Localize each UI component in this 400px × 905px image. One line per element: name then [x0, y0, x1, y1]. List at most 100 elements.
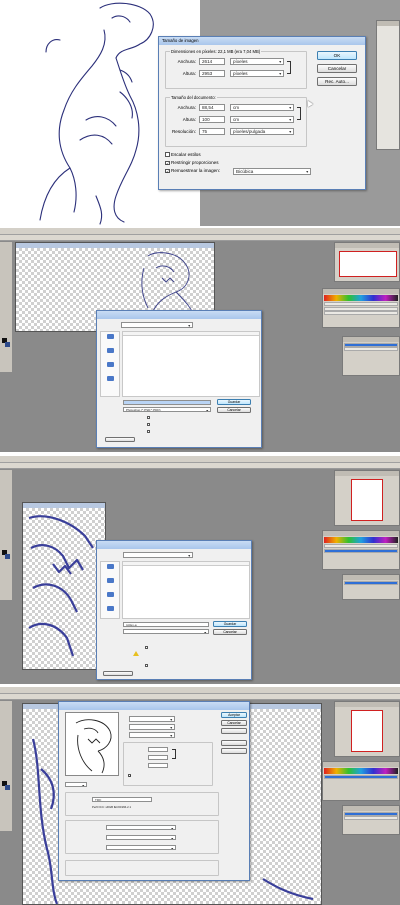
doc-width-input[interactable]: 88,54 — [199, 104, 225, 111]
cancel-button[interactable]: Cancelar — [317, 64, 357, 73]
resolution-input[interactable]: 75 — [199, 128, 225, 135]
doc-width-unit-value: cm — [233, 105, 240, 110]
width-input[interactable]: 2614 — [199, 58, 225, 65]
format-select[interactable]: ▼ — [129, 716, 175, 722]
doc-width-unit-select[interactable]: cm ▼ — [230, 104, 294, 111]
file-row[interactable] — [123, 586, 249, 590]
layer-row[interactable] — [344, 580, 398, 585]
place-desktop[interactable] — [101, 346, 119, 360]
hide-folders-button[interactable] — [103, 671, 133, 676]
color-panel — [322, 530, 400, 570]
ok-button[interactable]: Aceptar — [221, 712, 247, 718]
save-as-dialog: ▼ ti-Rex-a ▼ Guardar Cancelar — [96, 540, 252, 680]
layers-panel-tabs[interactable] — [343, 575, 399, 580]
load-button[interactable] — [221, 740, 247, 746]
layer-row[interactable] — [344, 342, 398, 347]
color-spectrum[interactable] — [324, 537, 398, 543]
save-button[interactable]: Guardar — [213, 621, 247, 627]
option-select[interactable]: ▼ — [106, 825, 176, 830]
place-recent[interactable] — [101, 332, 119, 346]
option-select[interactable]: ▼ — [106, 835, 176, 840]
place-desktop[interactable] — [101, 576, 119, 590]
layers-checkbox[interactable] — [147, 422, 152, 426]
place-computer[interactable] — [101, 374, 119, 388]
percent-input[interactable] — [148, 763, 168, 768]
color-spectrum[interactable] — [324, 295, 398, 301]
file-name-input[interactable] — [123, 400, 211, 405]
quality-select[interactable]: ▼ — [129, 724, 175, 730]
history-row[interactable] — [324, 302, 398, 306]
option-select[interactable]: ▼ — [106, 845, 176, 850]
cancel-button[interactable]: Cancelar — [213, 629, 247, 635]
side-panel-tabs[interactable] — [377, 21, 399, 26]
save-for-web-title — [59, 702, 249, 710]
height-input[interactable] — [148, 755, 168, 760]
navigator-tabs[interactable] — [335, 243, 399, 248]
cancel-button[interactable]: Cancelar — [217, 407, 251, 413]
height-unit-select[interactable]: píxeles ▼ — [230, 70, 284, 77]
history-row[interactable] — [324, 311, 398, 315]
save-button[interactable]: Guardar — [217, 399, 251, 405]
file-name-input[interactable]: ti-Rex-a — [123, 622, 209, 627]
color-panel-tabs[interactable] — [323, 531, 399, 536]
color-profile-checkbox[interactable] — [147, 429, 152, 433]
layer-row[interactable] — [344, 347, 398, 351]
save-settings-button[interactable] — [221, 748, 247, 754]
place-computer[interactable] — [101, 604, 119, 618]
color-profile-checkbox[interactable] — [145, 661, 150, 668]
history-row[interactable] — [324, 544, 398, 548]
save-in-select[interactable]: ▼ — [123, 552, 193, 558]
color-spectrum[interactable] — [324, 768, 398, 774]
preset-select[interactable]: ▼ — [129, 732, 175, 738]
navigator-panel — [334, 470, 400, 526]
link-chain-icon — [287, 61, 291, 74]
auto-button[interactable]: Rec. Auto... — [317, 77, 357, 86]
file-type-select[interactable]: ▼ — [123, 629, 209, 634]
resample-checkbox[interactable]: ✓ Remuestrear la imagen: — [165, 167, 220, 174]
file-row[interactable] — [123, 340, 259, 344]
dialog-title: Tamaño de imagen — [159, 37, 365, 45]
resample-method-value: Bicúbica — [236, 169, 254, 174]
place-libraries[interactable] — [101, 360, 119, 374]
layers-panel-tabs[interactable] — [343, 806, 399, 811]
navigator-preview[interactable] — [351, 479, 383, 521]
doc-height-unit-select[interactable]: cm ▼ — [230, 116, 294, 123]
navigator-tabs[interactable] — [335, 471, 399, 476]
place-recent[interactable] — [101, 562, 119, 576]
save-in-select[interactable]: ▼ — [121, 322, 193, 328]
navigator-preview[interactable] — [351, 710, 383, 752]
file-type-select[interactable]: Photoshop (*.PSD;*.PDD) ▼ — [123, 407, 211, 412]
color-panel-tabs[interactable] — [323, 289, 399, 294]
layer-row[interactable] — [344, 811, 398, 816]
navigator-tabs[interactable] — [335, 702, 399, 707]
ok-button[interactable]: OK — [317, 51, 357, 60]
preview-button[interactable] — [221, 728, 247, 734]
history-row[interactable] — [324, 775, 398, 779]
chevron-down-icon: ▼ — [288, 118, 292, 122]
layers-panel-tabs[interactable] — [343, 337, 399, 342]
history-row[interactable] — [324, 548, 398, 553]
layer-row[interactable] — [344, 816, 398, 820]
zoom-select[interactable]: ▼ — [65, 782, 87, 787]
hide-folders-button[interactable] — [105, 437, 135, 442]
format-value[interactable]: TIFF — [92, 797, 152, 802]
resolution-unit-select[interactable]: píxeles/pulgada ▼ — [230, 128, 294, 135]
height-input[interactable]: 2953 — [199, 70, 225, 77]
place-libraries[interactable] — [101, 590, 119, 604]
width-unit-select[interactable]: píxeles ▼ — [230, 58, 284, 65]
doc-height-input[interactable]: 100 — [199, 116, 225, 123]
navigator-preview[interactable] — [339, 251, 397, 277]
constrain-proportions-checkbox[interactable]: ✓ Restringir proporciones — [165, 159, 219, 166]
resample-method-select[interactable]: Bicúbica ▼ — [233, 168, 311, 175]
width-input[interactable] — [148, 747, 168, 752]
save-options-checkbox[interactable] — [147, 415, 152, 419]
scale-styles-checkbox[interactable]: Escalar estilos — [165, 151, 201, 158]
history-row[interactable] — [324, 306, 398, 311]
background-color-swatch[interactable] — [5, 554, 10, 559]
background-color-swatch[interactable] — [5, 342, 10, 347]
color-panel-tabs[interactable] — [323, 762, 399, 767]
constrain-checkbox[interactable]: ✓ — [128, 773, 133, 777]
cancel-button[interactable]: Cancelar — [221, 720, 247, 726]
background-color-swatch[interactable] — [5, 785, 10, 790]
save-options-checkbox[interactable] — [145, 643, 150, 650]
